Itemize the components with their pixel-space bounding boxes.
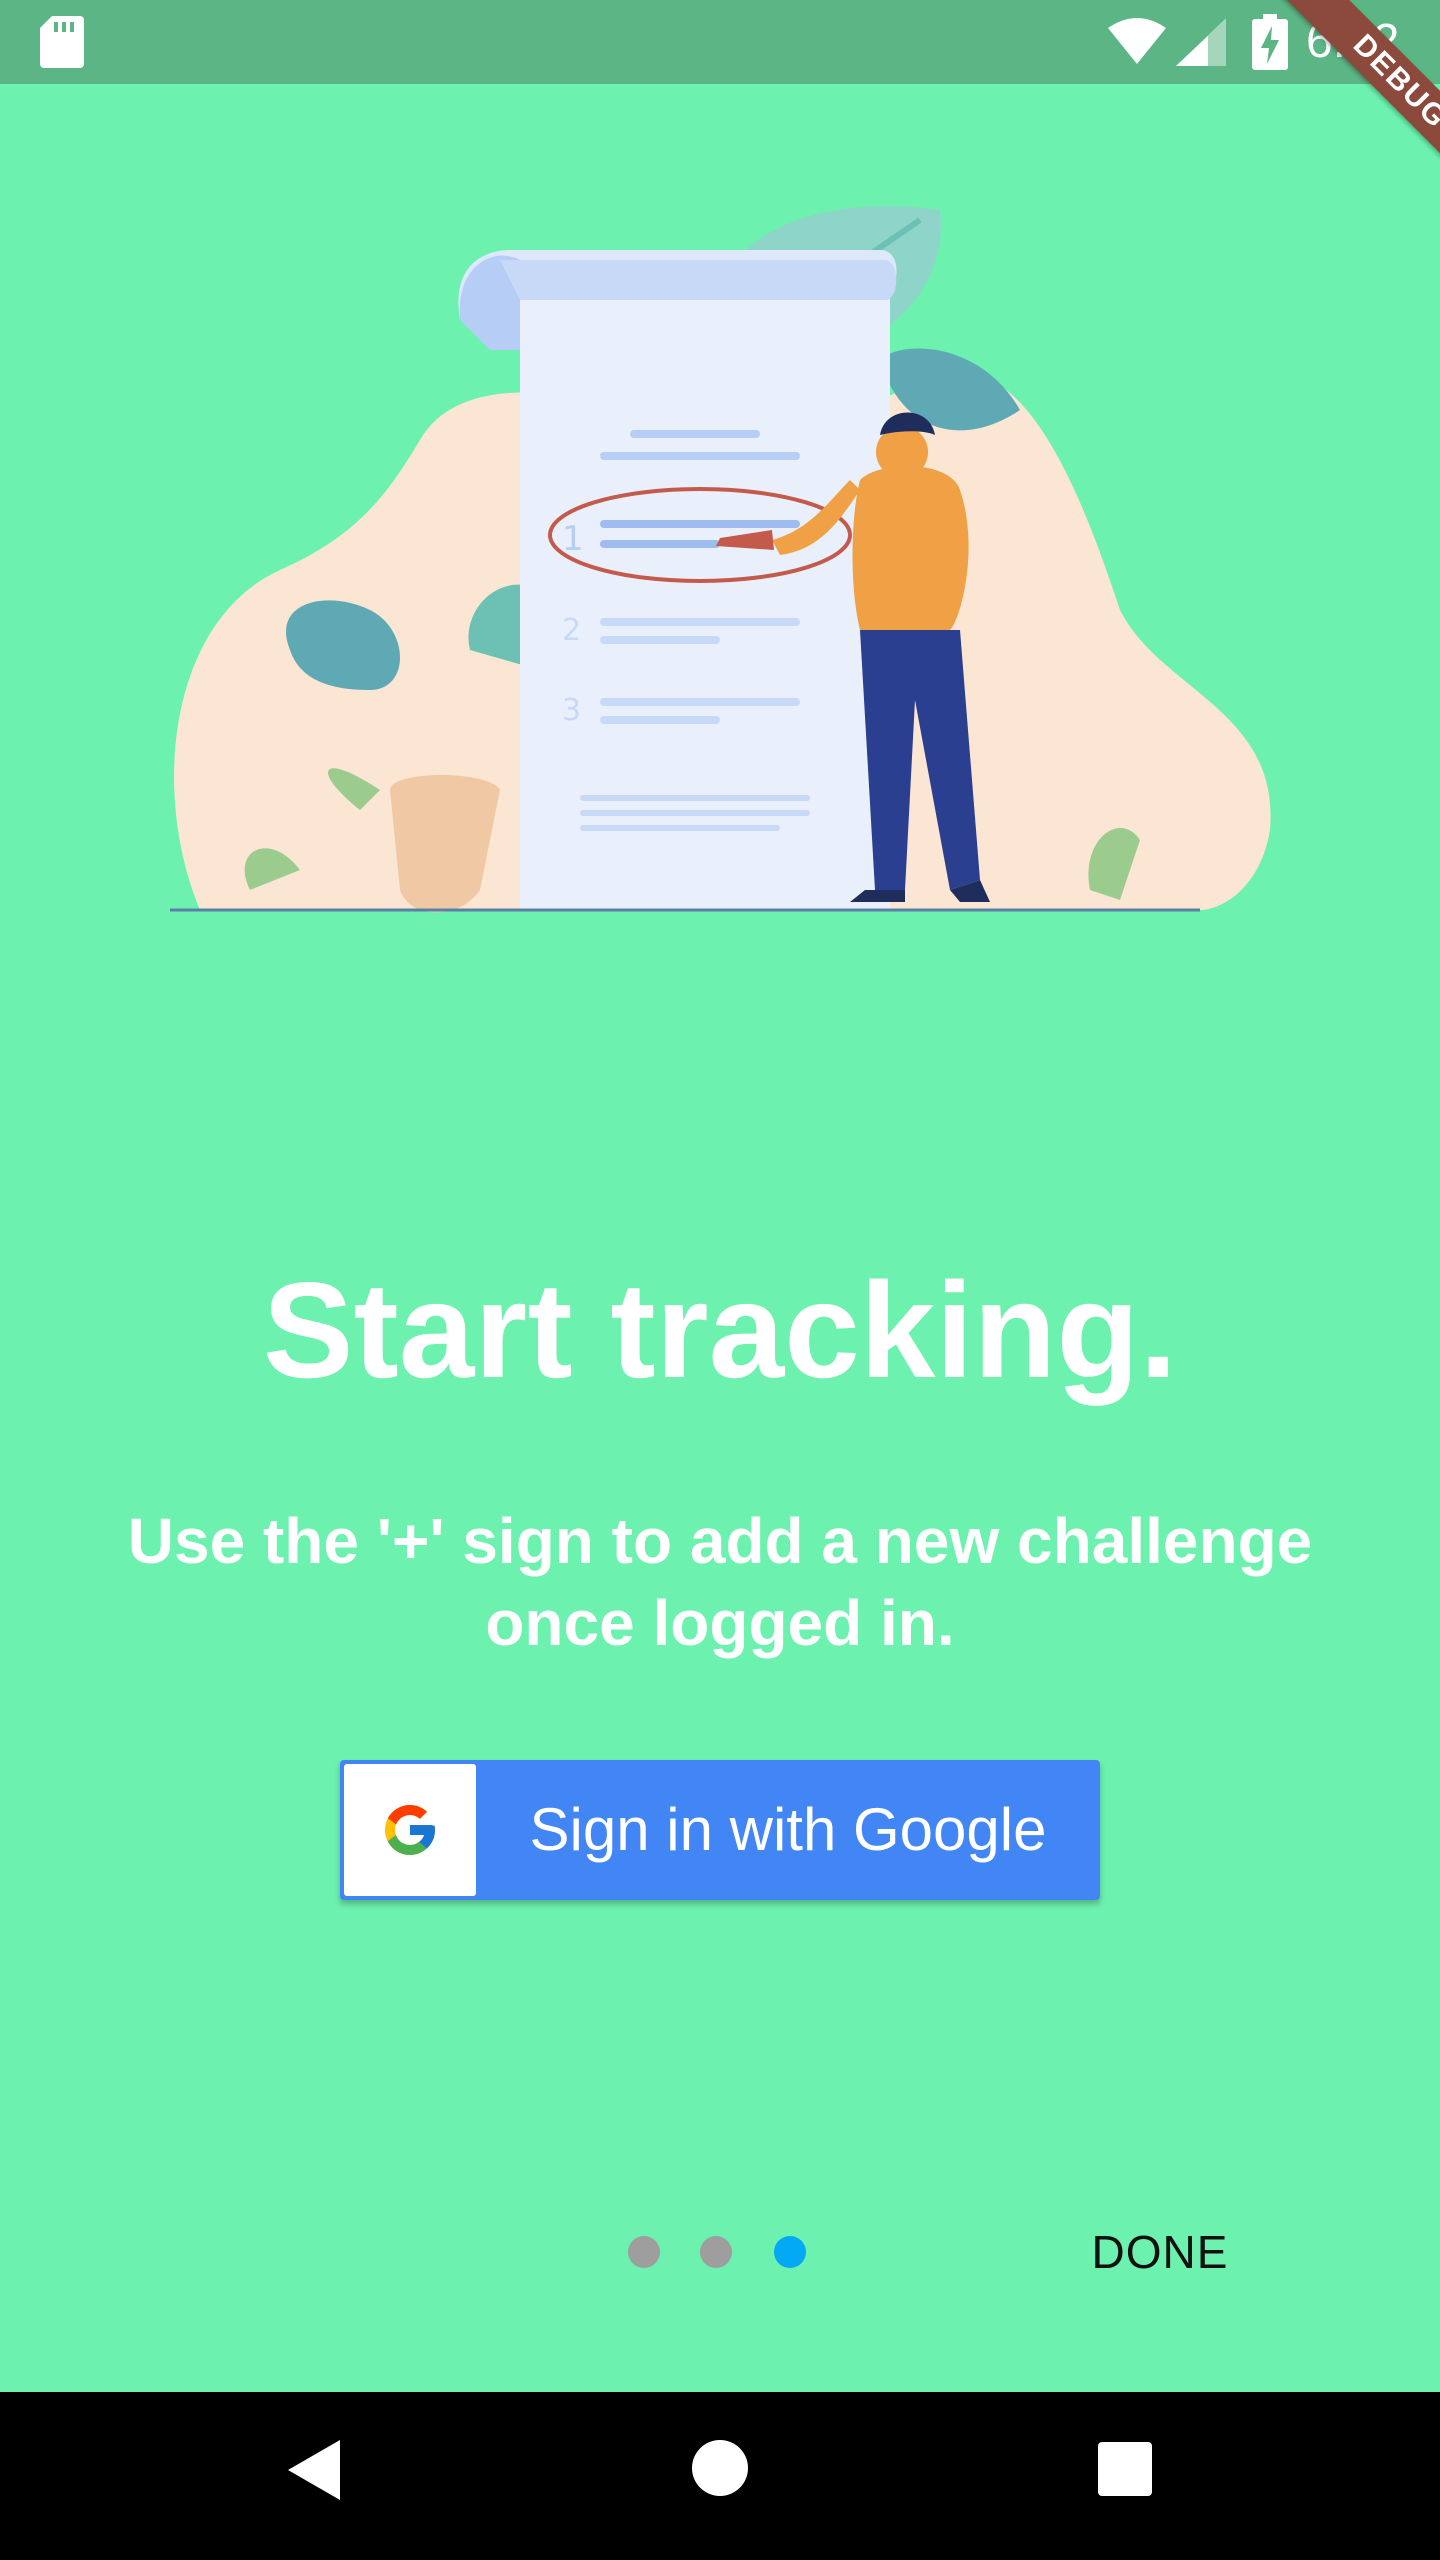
wifi-icon [1108,18,1166,64]
svg-text:2: 2 [562,613,581,648]
status-bar: 6:02 [0,0,1440,84]
system-nav-bar [0,2392,1440,2560]
google-logo-container [344,1764,476,1896]
page-title: Start tracking. [262,1254,1178,1406]
home-icon[interactable] [690,2438,750,2498]
battery-charging-icon [1252,14,1288,70]
recents-icon[interactable] [1098,2442,1152,2496]
checklist-paper: 1 2 3 [458,250,897,910]
google-g-icon [385,1805,435,1855]
page-dot-1[interactable] [628,2236,660,2268]
svg-text:3: 3 [562,693,581,728]
onboarding-screen: 6:02 DEBUG 1 [0,0,1440,2560]
google-sign-in-label: Sign in with Google [529,1796,1047,1863]
page-dot-3-active[interactable] [774,2236,806,2268]
cell-signal-icon [1176,18,1226,66]
svg-text:1: 1 [562,519,584,559]
back-icon[interactable] [284,2436,344,2504]
done-button[interactable]: DONE [1060,2220,1260,2284]
page-dot-2[interactable] [700,2236,732,2268]
checklist-person-illustration: 1 2 3 [170,206,1271,913]
google-sign-in-button[interactable]: Sign in with Google [340,1760,1100,1900]
sd-card-icon [40,16,84,68]
page-subtitle: Use the '+' sign to add a new challenge … [127,1505,1313,1659]
